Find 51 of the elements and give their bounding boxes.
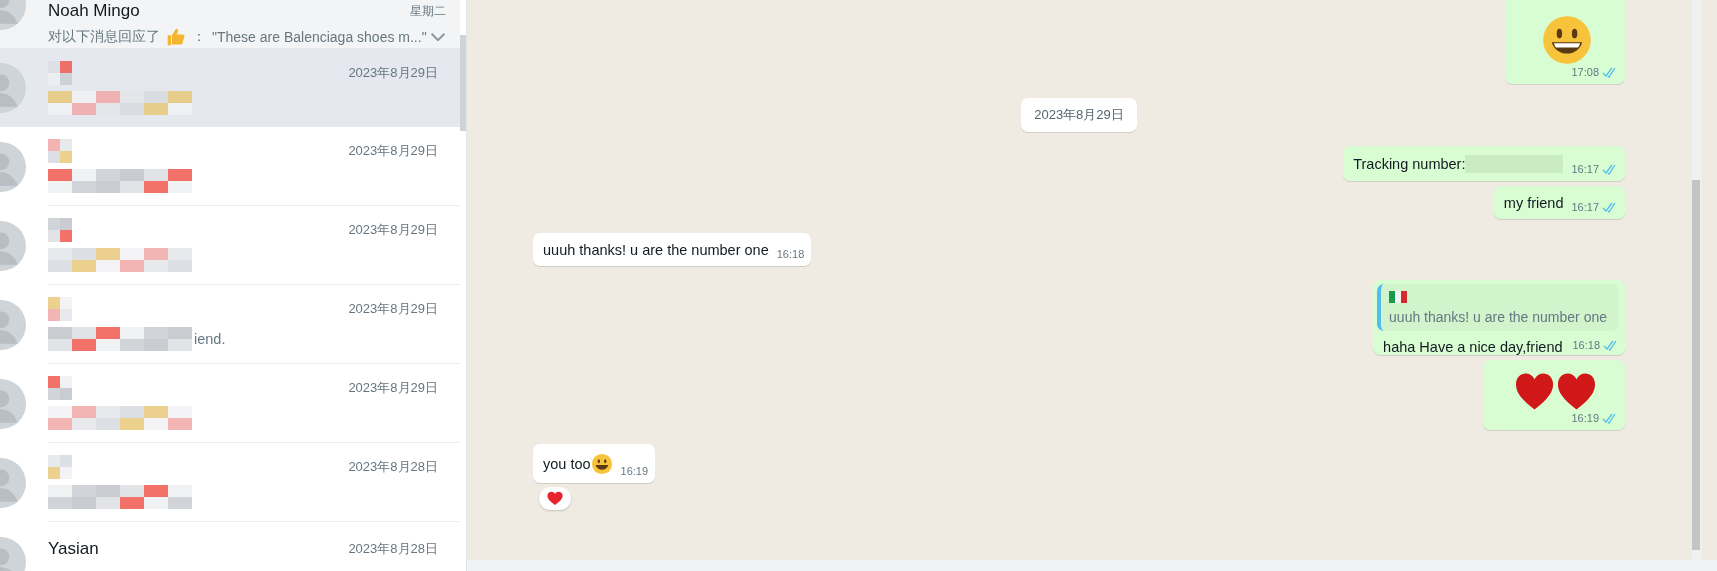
chat-list-item[interactable]: 2023年8月28日 bbox=[0, 443, 460, 522]
redacted-name bbox=[48, 60, 72, 85]
message-time: 16:19 bbox=[620, 465, 649, 477]
chat-date: 2023年8月28日 bbox=[348, 458, 438, 476]
message-preview: iend. bbox=[194, 331, 226, 347]
message-time: 16:18 bbox=[1572, 339, 1600, 351]
message-text: my friend bbox=[1503, 195, 1564, 211]
flag-icon bbox=[1389, 291, 1408, 303]
hearts-icon bbox=[1514, 372, 1597, 412]
quoted-message[interactable]: uuuh thanks! u are the number one bbox=[1377, 284, 1619, 331]
chat-list-item[interactable]: 2023年8月29日 bbox=[0, 127, 460, 206]
message-preview: "These are Balenciaga shoes m..." bbox=[212, 29, 427, 45]
reaction-separator: ： bbox=[192, 28, 206, 46]
message-text: you too bbox=[543, 456, 591, 472]
heart-reaction[interactable] bbox=[539, 487, 571, 510]
chat-date: 2023年8月28日 bbox=[348, 539, 438, 558]
redacted-name bbox=[48, 455, 72, 479]
scrollbar-thumb[interactable] bbox=[460, 35, 466, 131]
message-time: 16:17 bbox=[1571, 163, 1599, 175]
chat-list-item[interactable]: Noah Mingo 星期二 对以下消息回应了 ： "These are Balenciaga shoes m..." bbox=[0, 0, 460, 48]
redacted-name bbox=[48, 297, 72, 321]
contact-name: Yasian bbox=[48, 538, 99, 559]
heart-icon bbox=[547, 491, 563, 506]
message-text: Tracking number: bbox=[1353, 156, 1466, 172]
quote-text: uuuh thanks! u are the number one bbox=[1389, 309, 1607, 325]
chat-list-item[interactable]: 2023年8月29日 iend. bbox=[0, 285, 460, 364]
chat-date: 2023年8月29日 bbox=[348, 142, 438, 160]
redacted-name bbox=[48, 139, 72, 163]
message-time: 16:17 bbox=[1571, 201, 1599, 213]
chat-list-item[interactable]: 2023年8月29日 bbox=[0, 206, 460, 285]
message-time: 16:19 bbox=[1571, 412, 1599, 424]
chat-date: 2023年8月29日 bbox=[348, 379, 438, 397]
message-time: 17:08 bbox=[1571, 66, 1599, 78]
contact-name: Noah Mingo bbox=[48, 1, 140, 21]
redacted-name bbox=[48, 376, 72, 400]
message-time: 16:18 bbox=[776, 248, 805, 260]
chevron-down-icon[interactable] bbox=[430, 32, 446, 42]
chat-date: 2023年8月29日 bbox=[348, 63, 438, 82]
scrollbar-thumb[interactable] bbox=[1692, 180, 1700, 550]
redacted-name bbox=[48, 218, 72, 242]
message-text: uuuh thanks! u are the number one bbox=[543, 242, 769, 258]
chat-date: 星期二 bbox=[410, 2, 446, 20]
reaction-text: 对以下消息回应了 bbox=[48, 28, 160, 46]
thumbs-up-icon bbox=[166, 27, 186, 47]
chat-list-item[interactable]: Yasian 2023年8月28日 bbox=[0, 522, 460, 571]
chat-list-item[interactable]: 2023年8月29日 bbox=[0, 48, 460, 127]
chat-date: 2023年8月29日 bbox=[348, 221, 438, 239]
chat-list-item[interactable]: 2023年8月29日 bbox=[0, 364, 460, 443]
chat-date: 2023年8月29日 bbox=[348, 300, 438, 318]
smiley-icon bbox=[1540, 14, 1593, 66]
message-text: haha Have a nice day,friend bbox=[1383, 339, 1563, 355]
